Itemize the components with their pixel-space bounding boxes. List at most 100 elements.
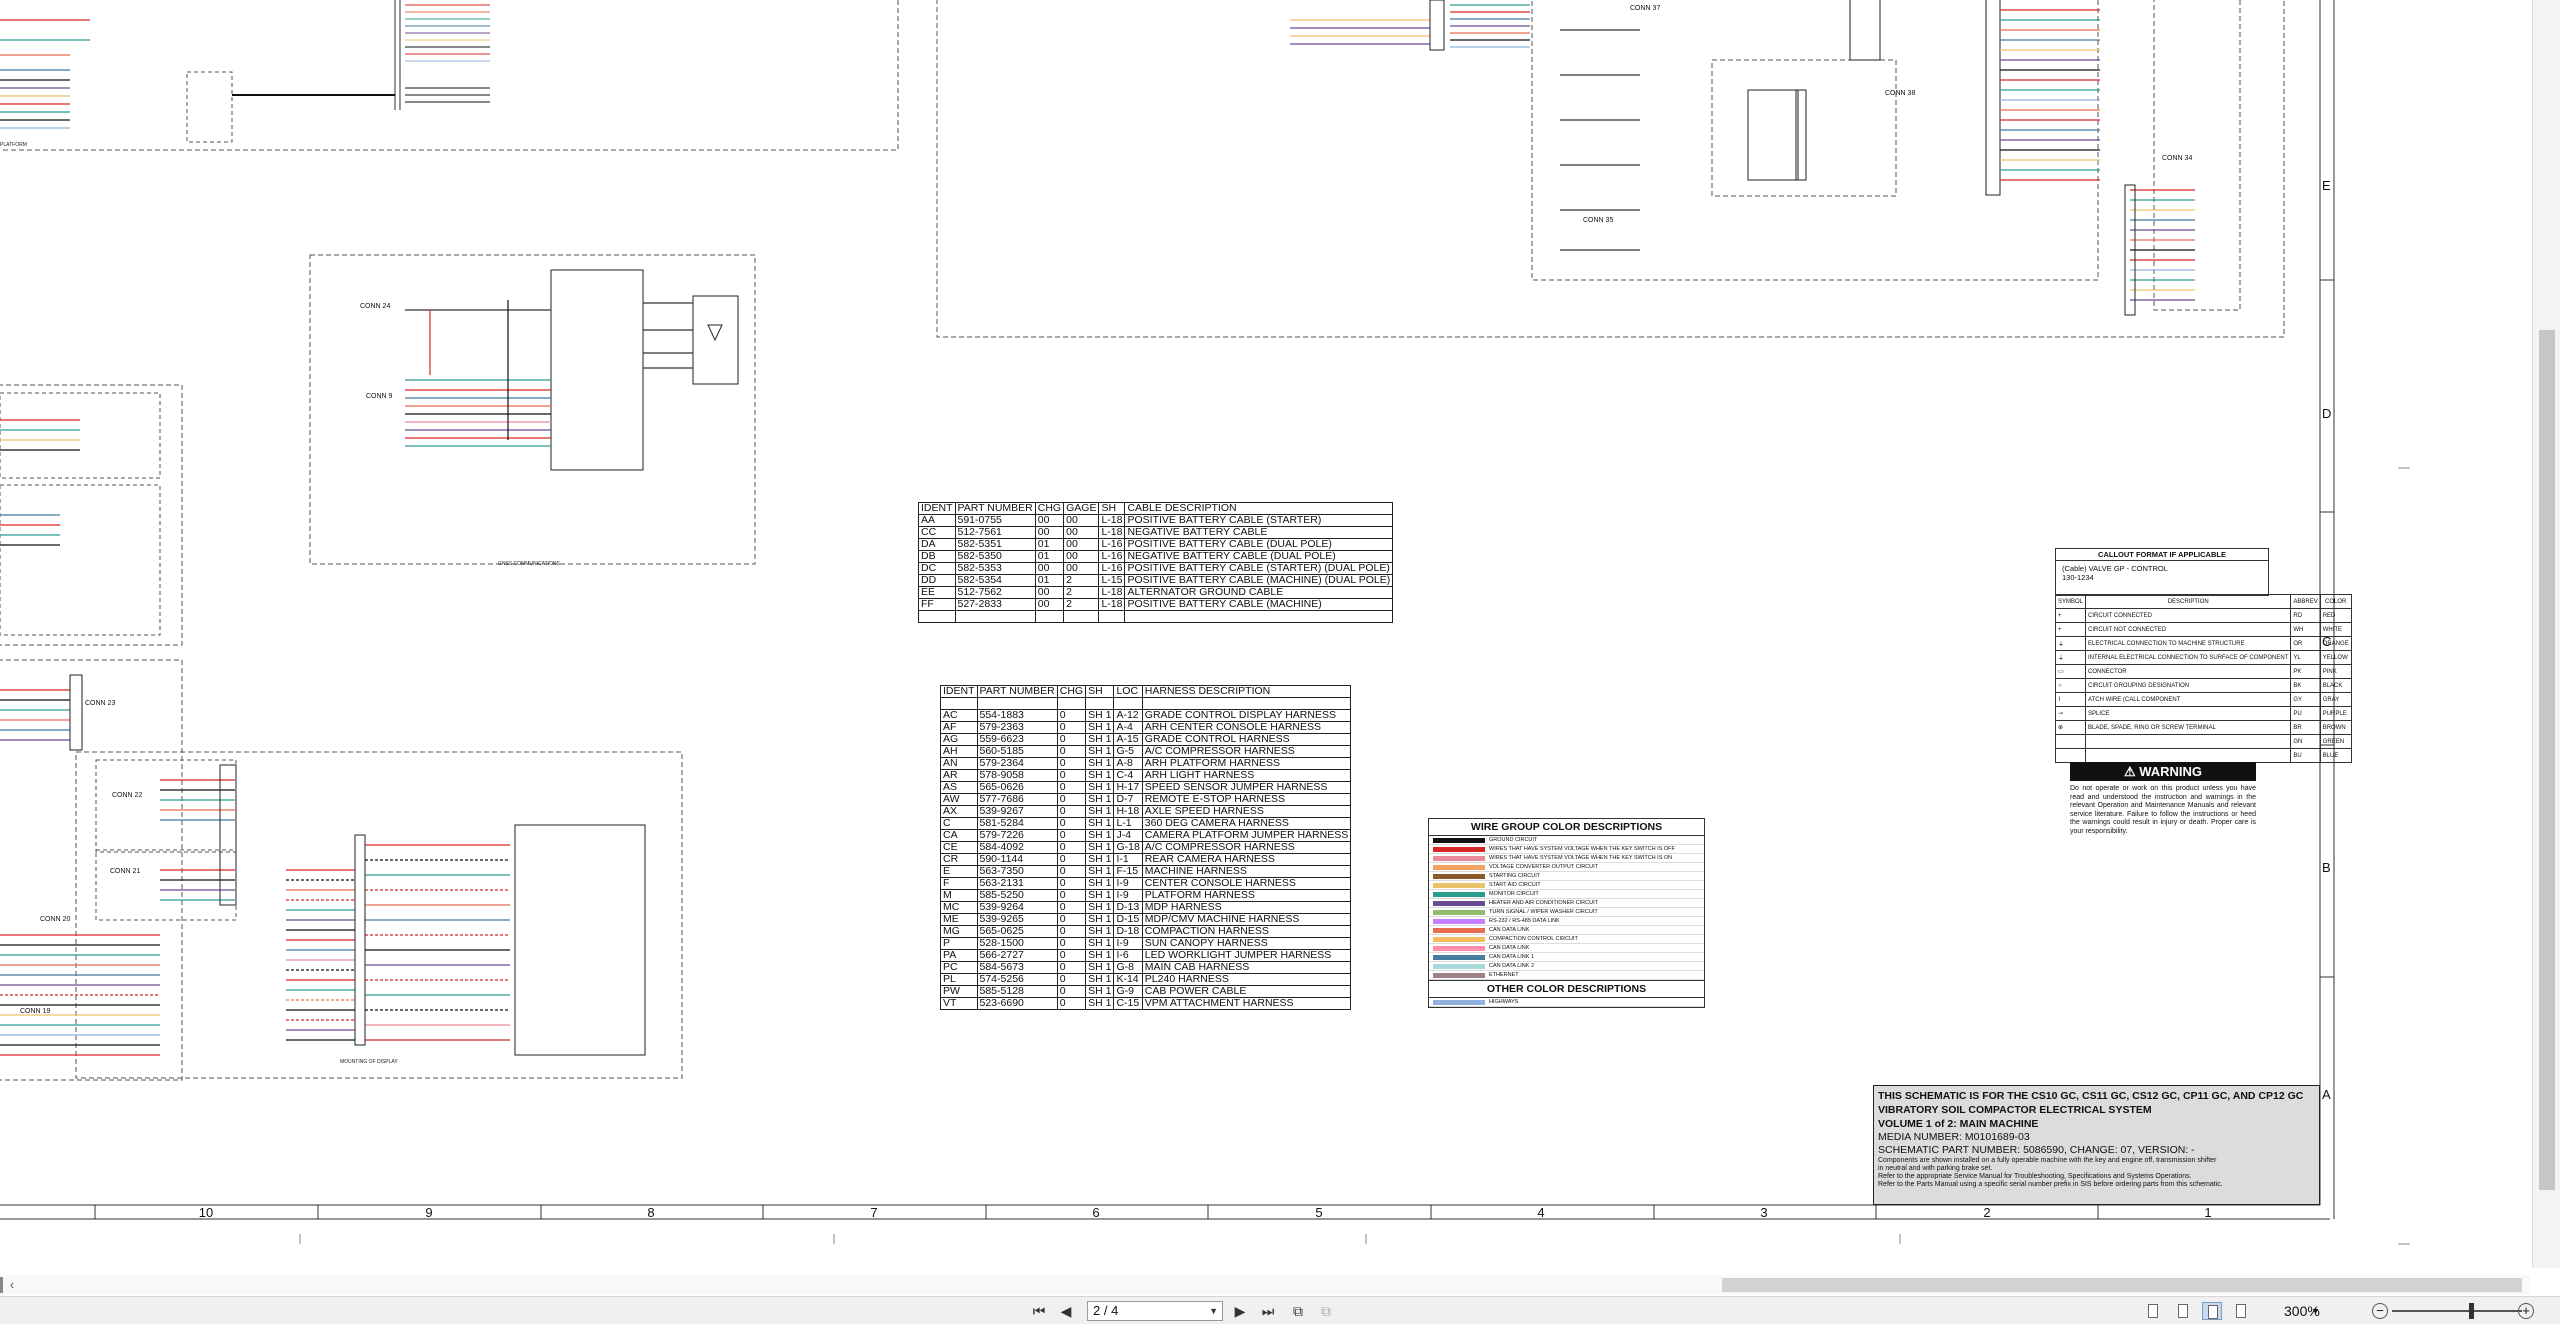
table-cell: 2 — [1063, 598, 1100, 611]
table-cell: 528-1500 — [976, 937, 1058, 950]
table-cell: SPEED SENSOR JUMPER HARNESS — [1141, 781, 1352, 794]
column-label: 8 — [647, 1205, 655, 1220]
page-number-field[interactable]: 2 / 4 ▼ — [1087, 1301, 1223, 1321]
page-dropdown-icon[interactable]: ▼ — [1209, 1302, 1218, 1320]
table-cell: 0 — [1056, 757, 1087, 770]
table-row: M 585-5250 0 SH 1 I-9 PLATFORM HARNESS — [940, 889, 1352, 902]
table-row: MG 565-0625 0 SH 1 D-18 COMPACTION HARNESS — [940, 925, 1352, 938]
page-number-value: 2 / 4 — [1093, 1303, 1119, 1318]
legend-swatch — [1433, 918, 1485, 924]
table-cell: GRADE CONTROL HARNESS — [1141, 733, 1352, 746]
table-cell: DA — [918, 538, 956, 551]
zoom-out-button[interactable]: − — [2372, 1303, 2388, 1319]
title-note-3: Refer to the appropriate Service Manual … — [1878, 1173, 2192, 1180]
zoom-slider-track[interactable] — [2392, 1310, 2522, 1312]
table-cell — [954, 610, 1036, 623]
table-cell: 0 — [1056, 937, 1087, 950]
row-label: B — [2322, 860, 2331, 875]
zoom-dropdown-icon[interactable]: ▼ — [2311, 1302, 2320, 1320]
column-header: LOC — [1113, 685, 1143, 698]
table-cell: 559-6623 — [976, 733, 1058, 746]
last-page-button[interactable]: ⏭ — [1258, 1302, 1278, 1320]
legend-swatch — [1433, 972, 1485, 978]
table-cell: A/C COMPRESSOR HARNESS — [1141, 745, 1352, 758]
wire-legend-title: WIRE GROUP COLOR DESCRIPTIONS — [1429, 819, 1704, 836]
table-row: EE 512-7562 00 2 L-18 ALTERNATOR GROUND CABLE — [918, 586, 1394, 599]
table-cell: L-16 — [1098, 538, 1126, 551]
table-cell — [2085, 734, 2292, 749]
vertical-scrollbar[interactable] — [2532, 0, 2560, 1268]
table-row: CC 512-7561 00 00 L-18 NEGATIVE BATTERY CABLE — [918, 526, 1394, 539]
table-cell: P — [940, 937, 978, 950]
document-canvas[interactable]: CONN 24 CONN 9 CONN 23 CONN 22 CONN 21 C… — [0, 0, 2528, 1268]
table-cell — [2054, 734, 2087, 749]
horizontal-scroll-thumb[interactable] — [1722, 1278, 2522, 1292]
table-cell: 0 — [1056, 985, 1087, 998]
table-cell: 0 — [1056, 973, 1087, 986]
previous-page-button[interactable]: ◀ — [1056, 1302, 1076, 1320]
table-row: ⏚ ELECTRICAL CONNECTION TO MACHINE STRUCT… — [2054, 636, 2352, 651]
conn20-label: CONN 20 — [40, 916, 70, 923]
table-cell: 0 — [1056, 829, 1087, 842]
table-cell: SUN CANOPY HARNESS — [1141, 937, 1352, 950]
table-cell: L-18 — [1098, 526, 1126, 539]
conn23-label: CONN 23 — [85, 700, 115, 707]
table-cell: G-18 — [1113, 841, 1143, 854]
table-row — [918, 610, 1394, 623]
table-row — [940, 697, 1352, 710]
table-cell: 579-2364 — [976, 757, 1058, 770]
table-cell: 0 — [1056, 745, 1087, 758]
last-page-icon: ⏭ — [1261, 1303, 1275, 1319]
table-cell: 539-9264 — [976, 901, 1058, 914]
table-cell: AC — [940, 709, 978, 722]
previous-view-button[interactable]: ⧉ — [1288, 1302, 1308, 1320]
table-row: BU BLUE — [2054, 748, 2352, 763]
table-header-row: IDENT PART NUMBER CHG SH LOC HARNESS DESCRIPT… — [940, 685, 1352, 698]
legend-item: TURN SIGNAL / WIPER WASHER CIRCUIT — [1429, 908, 1704, 917]
table-cell: CIRCUIT GROUPING DESIGNATION — [2085, 678, 2292, 693]
table-cell: ▭ — [2054, 664, 2087, 679]
next-view-button[interactable]: ⧉ — [1316, 1302, 1336, 1320]
two-page-view-button[interactable] — [2202, 1302, 2222, 1320]
table-cell: PINK — [2319, 664, 2352, 679]
two-page-continuous-view-button[interactable] — [2231, 1302, 2251, 1320]
table-row: AH 560-5185 0 SH 1 G-5 A/C COMPRESSOR HARNESS — [940, 745, 1352, 758]
legend-label: CAN DATA LINK 2 — [1489, 963, 1535, 969]
cable-table: IDENT PART NUMBER CHG GAGE SH CABLE DESCRIPTI… — [918, 502, 1394, 623]
table-cell: 582-5353 — [954, 562, 1036, 575]
table-cell: H-18 — [1113, 805, 1143, 818]
table-cell: 585-5128 — [976, 985, 1058, 998]
zoom-slider-thumb[interactable] — [2469, 1303, 2474, 1319]
conn37-label: CONN 37 — [1630, 5, 1660, 12]
table-cell: 578-9058 — [976, 769, 1058, 782]
table-cell: G-9 — [1113, 985, 1143, 998]
other-colors-title: OTHER COLOR DESCRIPTIONS — [1429, 980, 1704, 998]
table-row: MC 539-9264 0 SH 1 D-13 MDP HARNESS — [940, 901, 1352, 914]
table-cell: 566-2727 — [976, 949, 1058, 962]
table-cell: 0 — [1056, 949, 1087, 962]
zoom-in-button[interactable]: + — [2518, 1303, 2534, 1319]
next-page-button[interactable]: ▶ — [1230, 1302, 1250, 1320]
scroll-left-arrow-icon[interactable]: ‹ — [4, 1277, 20, 1293]
column-label: 6 — [1092, 1205, 1100, 1220]
table-cell: 0 — [1056, 733, 1087, 746]
legend-item: WIRES THAT HAVE SYSTEM VOLTAGE WHEN THE … — [1429, 845, 1704, 854]
table-cell: CIRCUIT CONNECTED — [2085, 608, 2292, 623]
horizontal-scrollbar[interactable]: ‹ — [0, 1275, 2530, 1295]
table-cell: ELECTRICAL CONNECTION TO MACHINE STRUCTU… — [2085, 636, 2292, 651]
table-cell: 0 — [1056, 901, 1087, 914]
legend-swatch — [1433, 846, 1485, 852]
conn21-label: CONN 21 — [110, 868, 140, 875]
table-cell: SH 1 — [1085, 937, 1115, 950]
first-page-button[interactable]: ⏮ — [1029, 1302, 1049, 1320]
table-cell: SH 1 — [1085, 973, 1115, 986]
single-page-view-button[interactable] — [2143, 1302, 2163, 1320]
table-cell: 0 — [1056, 769, 1087, 782]
table-cell: 00 — [1063, 514, 1100, 527]
column-label: 3 — [1760, 1205, 1768, 1220]
continuous-view-button[interactable] — [2173, 1302, 2193, 1320]
vertical-scroll-thumb[interactable] — [2539, 330, 2555, 1190]
table-row: AC 554-1883 0 SH 1 A-12 GRADE CONTROL DISPLAY… — [940, 709, 1352, 722]
table-cell: 584-5673 — [976, 961, 1058, 974]
symbol-legend: SYMBOL DESCRIPTION ABBREV COLOR + CIRCUIT CO… — [2054, 594, 2352, 763]
